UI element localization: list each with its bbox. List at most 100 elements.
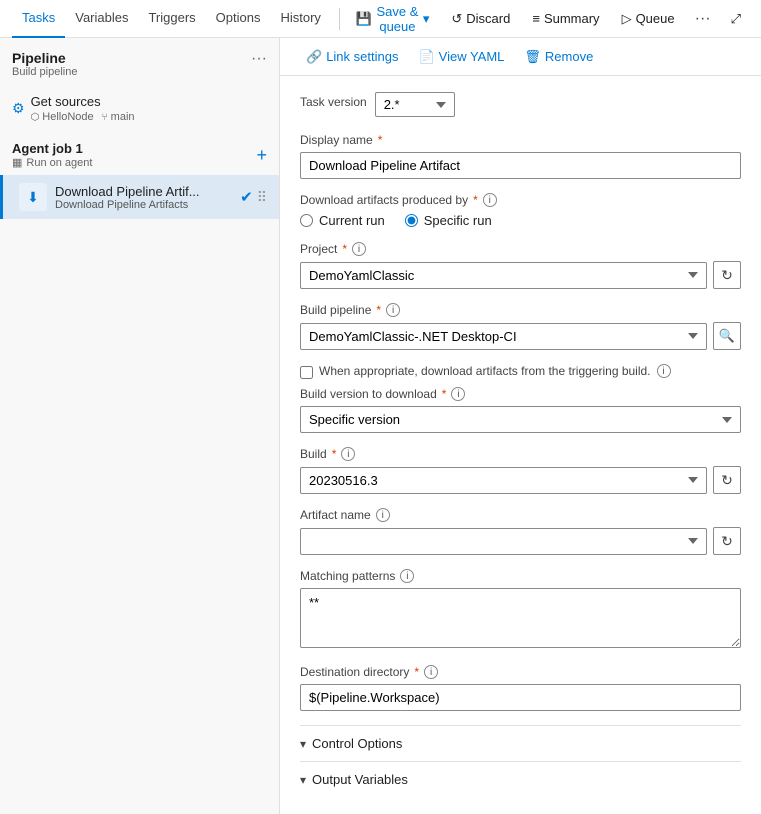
agent-job-info: Agent job 1 ▦ Run on agent xyxy=(12,141,92,169)
summary-button[interactable]: ≡ Summary xyxy=(524,7,607,30)
radio-current-run[interactable]: Current run xyxy=(300,213,385,228)
checkbox-label: When appropriate, download artifacts fro… xyxy=(319,364,651,378)
remove-icon: 🗑 xyxy=(524,49,541,65)
triggering-build-checkbox[interactable] xyxy=(300,366,313,379)
build-version-select[interactable]: Specific version Latest xyxy=(300,406,741,433)
summary-icon: ≡ xyxy=(532,11,540,26)
download-artifacts-label: Download artifacts produced by * i xyxy=(300,193,741,207)
repo-icon: ⬡ xyxy=(31,112,40,123)
view-yaml-tab[interactable]: 📄 View YAML xyxy=(408,38,514,76)
destination-directory-label: Destination directory * i xyxy=(300,665,741,679)
task-badges: ✔ ⠿ xyxy=(240,188,267,206)
control-options-label: Control Options xyxy=(312,736,402,751)
display-name-row: Display name * xyxy=(300,133,741,179)
project-info-icon[interactable]: i xyxy=(352,242,366,256)
control-options-section[interactable]: ▾ Control Options xyxy=(300,725,741,761)
link-icon: 🔗 xyxy=(306,49,322,65)
link-settings-tab[interactable]: 🔗 Link settings xyxy=(296,38,408,76)
get-sources-label: Get sources xyxy=(31,94,135,109)
discard-icon: ↺ xyxy=(451,11,462,27)
matching-patterns-label: Matching patterns i xyxy=(300,569,741,583)
artifact-name-label: Artifact name i xyxy=(300,508,741,522)
checkbox-info-icon[interactable]: i xyxy=(657,364,671,378)
summary-label: Summary xyxy=(544,11,600,26)
task-item-name: Download Pipeline Artif... xyxy=(55,184,215,199)
get-sources-details: Get sources ⬡ HelloNode ⑂ main xyxy=(31,94,135,123)
agent-icon: ▦ xyxy=(12,156,22,169)
build-refresh-icon: ↻ xyxy=(721,472,733,489)
task-item[interactable]: ⬇ Download Pipeline Artif... Download Pi… xyxy=(0,175,279,219)
task-item-subtitle: Download Pipeline Artifacts xyxy=(55,199,232,211)
build-label: Build * i xyxy=(300,447,741,461)
build-pipeline-search-button[interactable]: 🔍 xyxy=(713,322,741,350)
expand-icon: ⤢ xyxy=(731,11,741,27)
queue-button[interactable]: ▷ Queue xyxy=(614,7,683,31)
discard-button[interactable]: ↺ Discard xyxy=(443,7,518,31)
radio-specific-run[interactable]: Specific run xyxy=(405,213,492,228)
display-name-input[interactable] xyxy=(300,152,741,179)
top-nav: Tasks Variables Triggers Options History… xyxy=(0,0,761,38)
artifact-name-row: Artifact name i ↻ xyxy=(300,508,741,555)
expand-button[interactable]: ⤢ xyxy=(723,7,749,31)
project-refresh-button[interactable]: ↻ xyxy=(713,261,741,289)
download-required: * xyxy=(473,193,478,207)
artifact-name-select[interactable] xyxy=(300,528,707,555)
destination-directory-input[interactable] xyxy=(300,684,741,711)
nav-variables[interactable]: Variables xyxy=(65,0,138,38)
pipeline-more-button[interactable]: ··· xyxy=(251,50,267,68)
build-select-row: 20230516.3 ↻ xyxy=(300,466,741,494)
pipeline-title: Pipeline xyxy=(12,50,77,66)
build-refresh-button[interactable]: ↻ xyxy=(713,466,741,494)
matching-patterns-textarea[interactable]: ** xyxy=(300,588,741,648)
download-radio-group: Current run Specific run xyxy=(300,213,741,228)
build-version-info-icon[interactable]: i xyxy=(451,387,465,401)
task-version-label: Task version xyxy=(300,95,367,109)
nav-triggers[interactable]: Triggers xyxy=(138,0,205,38)
pipeline-subtitle: Build pipeline xyxy=(12,66,77,78)
task-item-icon: ⬇ xyxy=(19,183,47,211)
build-info-icon[interactable]: i xyxy=(341,447,355,461)
nav-actions: 💾 Save & queue ▾ ↺ Discard ≡ Summary ▷ Q… xyxy=(348,0,749,38)
search-icon: 🔍 xyxy=(719,328,735,344)
matching-patterns-info-icon[interactable]: i xyxy=(400,569,414,583)
output-variables-chevron: ▾ xyxy=(300,773,306,787)
main-layout: Pipeline Build pipeline ··· ⚙ Get source… xyxy=(0,38,761,814)
source-meta-repo: ⬡ HelloNode xyxy=(31,111,94,123)
nav-history[interactable]: History xyxy=(270,0,330,38)
project-label: Project * i xyxy=(300,242,741,256)
nav-options[interactable]: Options xyxy=(206,0,271,38)
build-row: Build * i 20230516.3 ↻ xyxy=(300,447,741,494)
display-name-required: * xyxy=(378,133,383,147)
discard-label: Discard xyxy=(466,11,510,26)
build-select[interactable]: 20230516.3 xyxy=(300,467,707,494)
add-task-button[interactable]: + xyxy=(256,145,267,166)
build-pipeline-info-icon[interactable]: i xyxy=(386,303,400,317)
task-version-select[interactable]: 2.* 1.* xyxy=(375,92,455,117)
download-info-icon[interactable]: i xyxy=(483,193,497,207)
nav-tasks[interactable]: Tasks xyxy=(12,0,65,38)
left-panel: Pipeline Build pipeline ··· ⚙ Get source… xyxy=(0,38,280,814)
form-area: Task version 2.* 1.* Display name * Down… xyxy=(280,76,761,814)
source-meta-branch: ⑂ main xyxy=(102,111,135,123)
save-icon: 💾 xyxy=(356,11,372,27)
radio-current-input[interactable] xyxy=(300,214,313,227)
get-sources-item[interactable]: ⚙ Get sources ⬡ HelloNode ⑂ main xyxy=(0,86,279,131)
artifact-name-info-icon[interactable]: i xyxy=(376,508,390,522)
radio-specific-input[interactable] xyxy=(405,214,418,227)
project-select-row: DemoYamlClassic ↻ xyxy=(300,261,741,289)
destination-info-icon[interactable]: i xyxy=(424,665,438,679)
right-panel-tabs: 🔗 Link settings 📄 View YAML 🗑 Remove xyxy=(280,38,761,76)
project-select[interactable]: DemoYamlClassic xyxy=(300,262,707,289)
artifact-name-refresh-button[interactable]: ↻ xyxy=(713,527,741,555)
yaml-icon: 📄 xyxy=(418,49,434,65)
build-version-label: Build version to download * i xyxy=(300,387,741,401)
save-queue-button[interactable]: 💾 Save & queue ▾ xyxy=(348,0,438,38)
build-pipeline-row: Build pipeline * i DemoYamlClassic-.NET … xyxy=(300,303,741,350)
refresh-icon: ↻ xyxy=(721,267,733,284)
matching-patterns-row: Matching patterns i ** xyxy=(300,569,741,651)
more-actions-button[interactable]: ··· xyxy=(689,6,717,32)
output-variables-label: Output Variables xyxy=(312,772,408,787)
remove-tab[interactable]: 🗑 Remove xyxy=(514,38,603,76)
build-pipeline-select[interactable]: DemoYamlClassic-.NET Desktop-CI xyxy=(300,323,707,350)
output-variables-section[interactable]: ▾ Output Variables xyxy=(300,761,741,797)
